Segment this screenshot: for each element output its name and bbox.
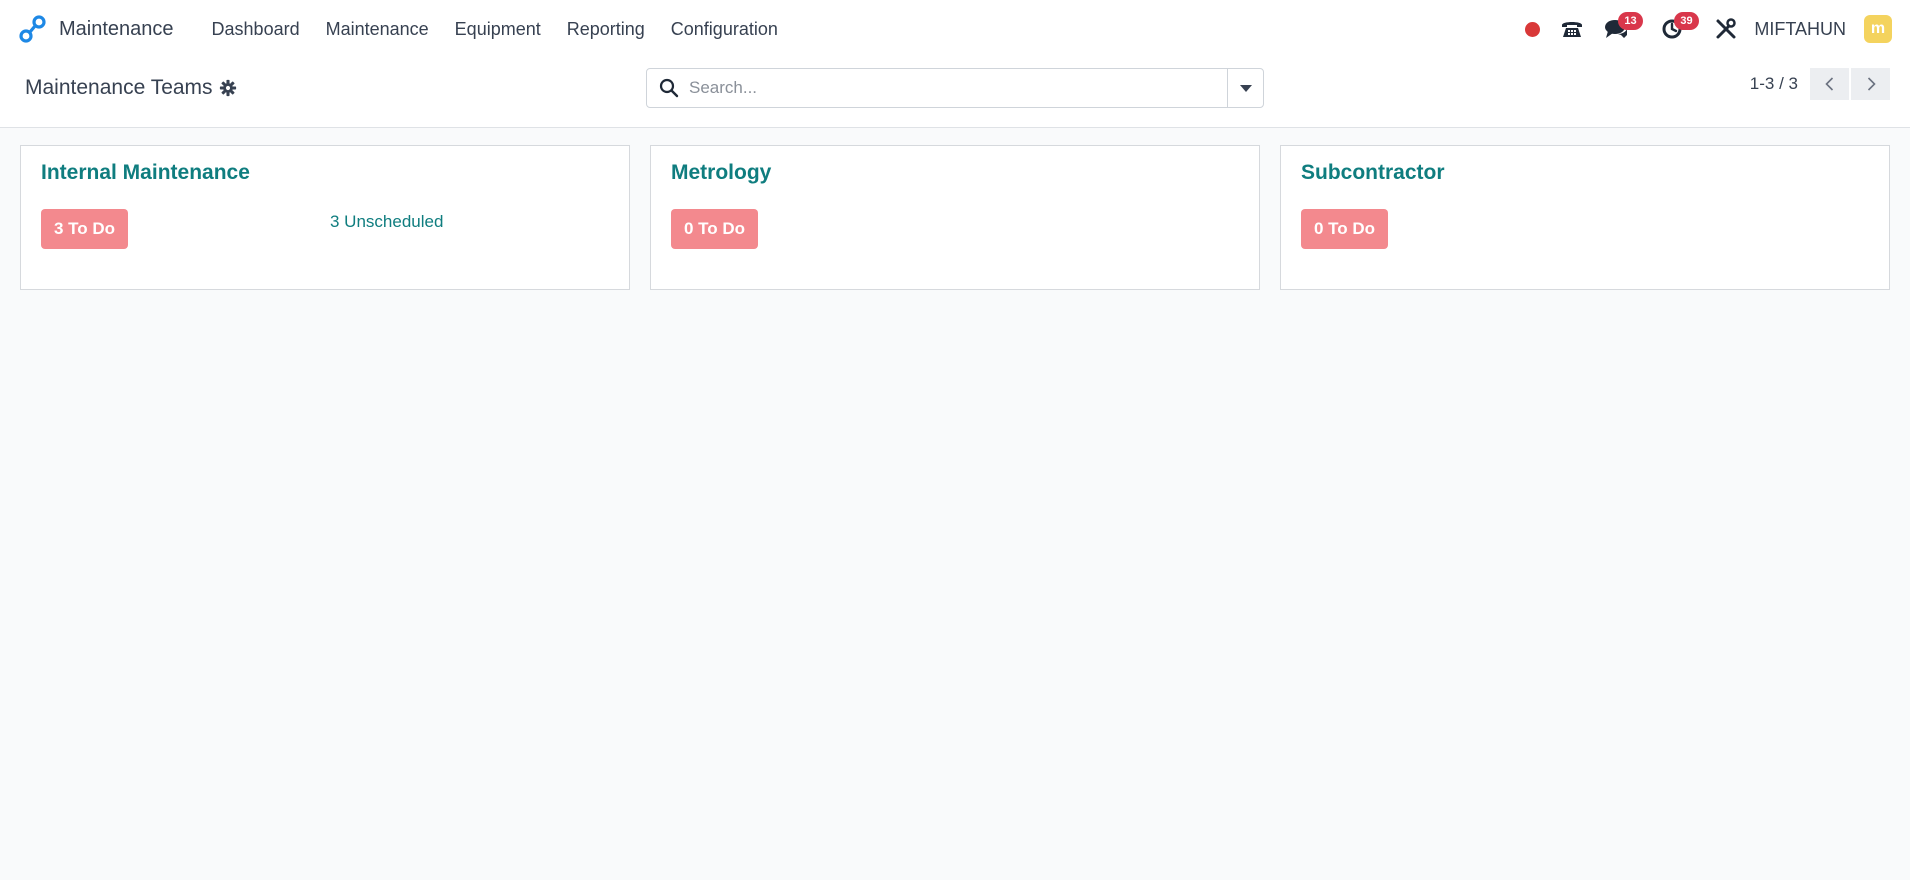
- kanban-view: Internal Maintenance 3 To Do 3 Unschedul…: [20, 145, 1890, 290]
- recording-indicator[interactable]: [1512, 0, 1552, 58]
- menu-equipment[interactable]: Equipment: [442, 0, 554, 58]
- messages-count-badge: 13: [1618, 12, 1643, 30]
- maintenance-app-icon: [19, 15, 46, 43]
- team-name[interactable]: Metrology: [671, 161, 771, 185]
- pager-previous-button[interactable]: [1810, 68, 1849, 100]
- systray: 13 39 MIFTAHUN m: [1512, 0, 1910, 58]
- menu-maintenance[interactable]: Maintenance: [313, 0, 442, 58]
- team-card-metrology[interactable]: Metrology 0 To Do: [650, 145, 1260, 290]
- caret-down-icon: [1239, 84, 1252, 92]
- tools-icon: [1716, 18, 1737, 39]
- avatar-initial: m: [1870, 20, 1886, 37]
- breadcrumb: Maintenance Teams: [25, 76, 237, 100]
- search-bar: [646, 68, 1264, 108]
- team-name[interactable]: Subcontractor: [1301, 161, 1445, 185]
- search-options-toggle[interactable]: [1227, 69, 1263, 107]
- team-name[interactable]: Internal Maintenance: [41, 161, 250, 185]
- gear-icon[interactable]: [219, 79, 237, 97]
- team-card-internal-maintenance[interactable]: Internal Maintenance 3 To Do 3 Unschedul…: [20, 145, 630, 290]
- pager-value[interactable]: 1-3 / 3: [1750, 74, 1798, 94]
- activities-button[interactable]: 39: [1652, 0, 1699, 58]
- pager: 1-3 / 3: [1750, 68, 1890, 100]
- todo-button[interactable]: 0 To Do: [1301, 209, 1389, 249]
- top-navbar: Maintenance Dashboard Maintenance Equipm…: [0, 0, 1910, 58]
- control-panel: Maintenance Teams 1-3 /: [0, 58, 1910, 128]
- todo-button[interactable]: 0 To Do: [671, 209, 759, 249]
- chevron-right-icon: [1867, 77, 1876, 91]
- team-card-subcontractor[interactable]: Subcontractor 0 To Do: [1280, 145, 1890, 290]
- messages-button[interactable]: 13: [1596, 0, 1643, 58]
- main-menu: Dashboard Maintenance Equipment Reportin…: [199, 0, 791, 58]
- menu-reporting[interactable]: Reporting: [554, 0, 658, 58]
- activities-count-badge: 39: [1674, 12, 1699, 30]
- menu-configuration[interactable]: Configuration: [658, 0, 791, 58]
- unscheduled-link[interactable]: 3 Unscheduled: [330, 212, 443, 232]
- pager-next-button[interactable]: [1851, 68, 1890, 100]
- user-name[interactable]: MIFTAHUN: [1754, 19, 1846, 40]
- debug-tools-button[interactable]: [1706, 0, 1746, 58]
- phone-icon: [1562, 22, 1583, 37]
- app-name: Maintenance: [59, 17, 174, 40]
- record-dot-icon: [1524, 21, 1540, 37]
- search-icon: [659, 78, 679, 98]
- todo-button[interactable]: 3 To Do: [41, 209, 129, 249]
- app-home-link[interactable]: Maintenance: [0, 0, 186, 58]
- chevron-left-icon: [1824, 77, 1833, 91]
- menu-dashboard[interactable]: Dashboard: [199, 0, 313, 58]
- user-avatar[interactable]: m: [1864, 15, 1892, 43]
- search-input[interactable]: [689, 70, 1227, 106]
- page-title: Maintenance Teams: [25, 76, 213, 99]
- phone-button[interactable]: [1552, 0, 1592, 58]
